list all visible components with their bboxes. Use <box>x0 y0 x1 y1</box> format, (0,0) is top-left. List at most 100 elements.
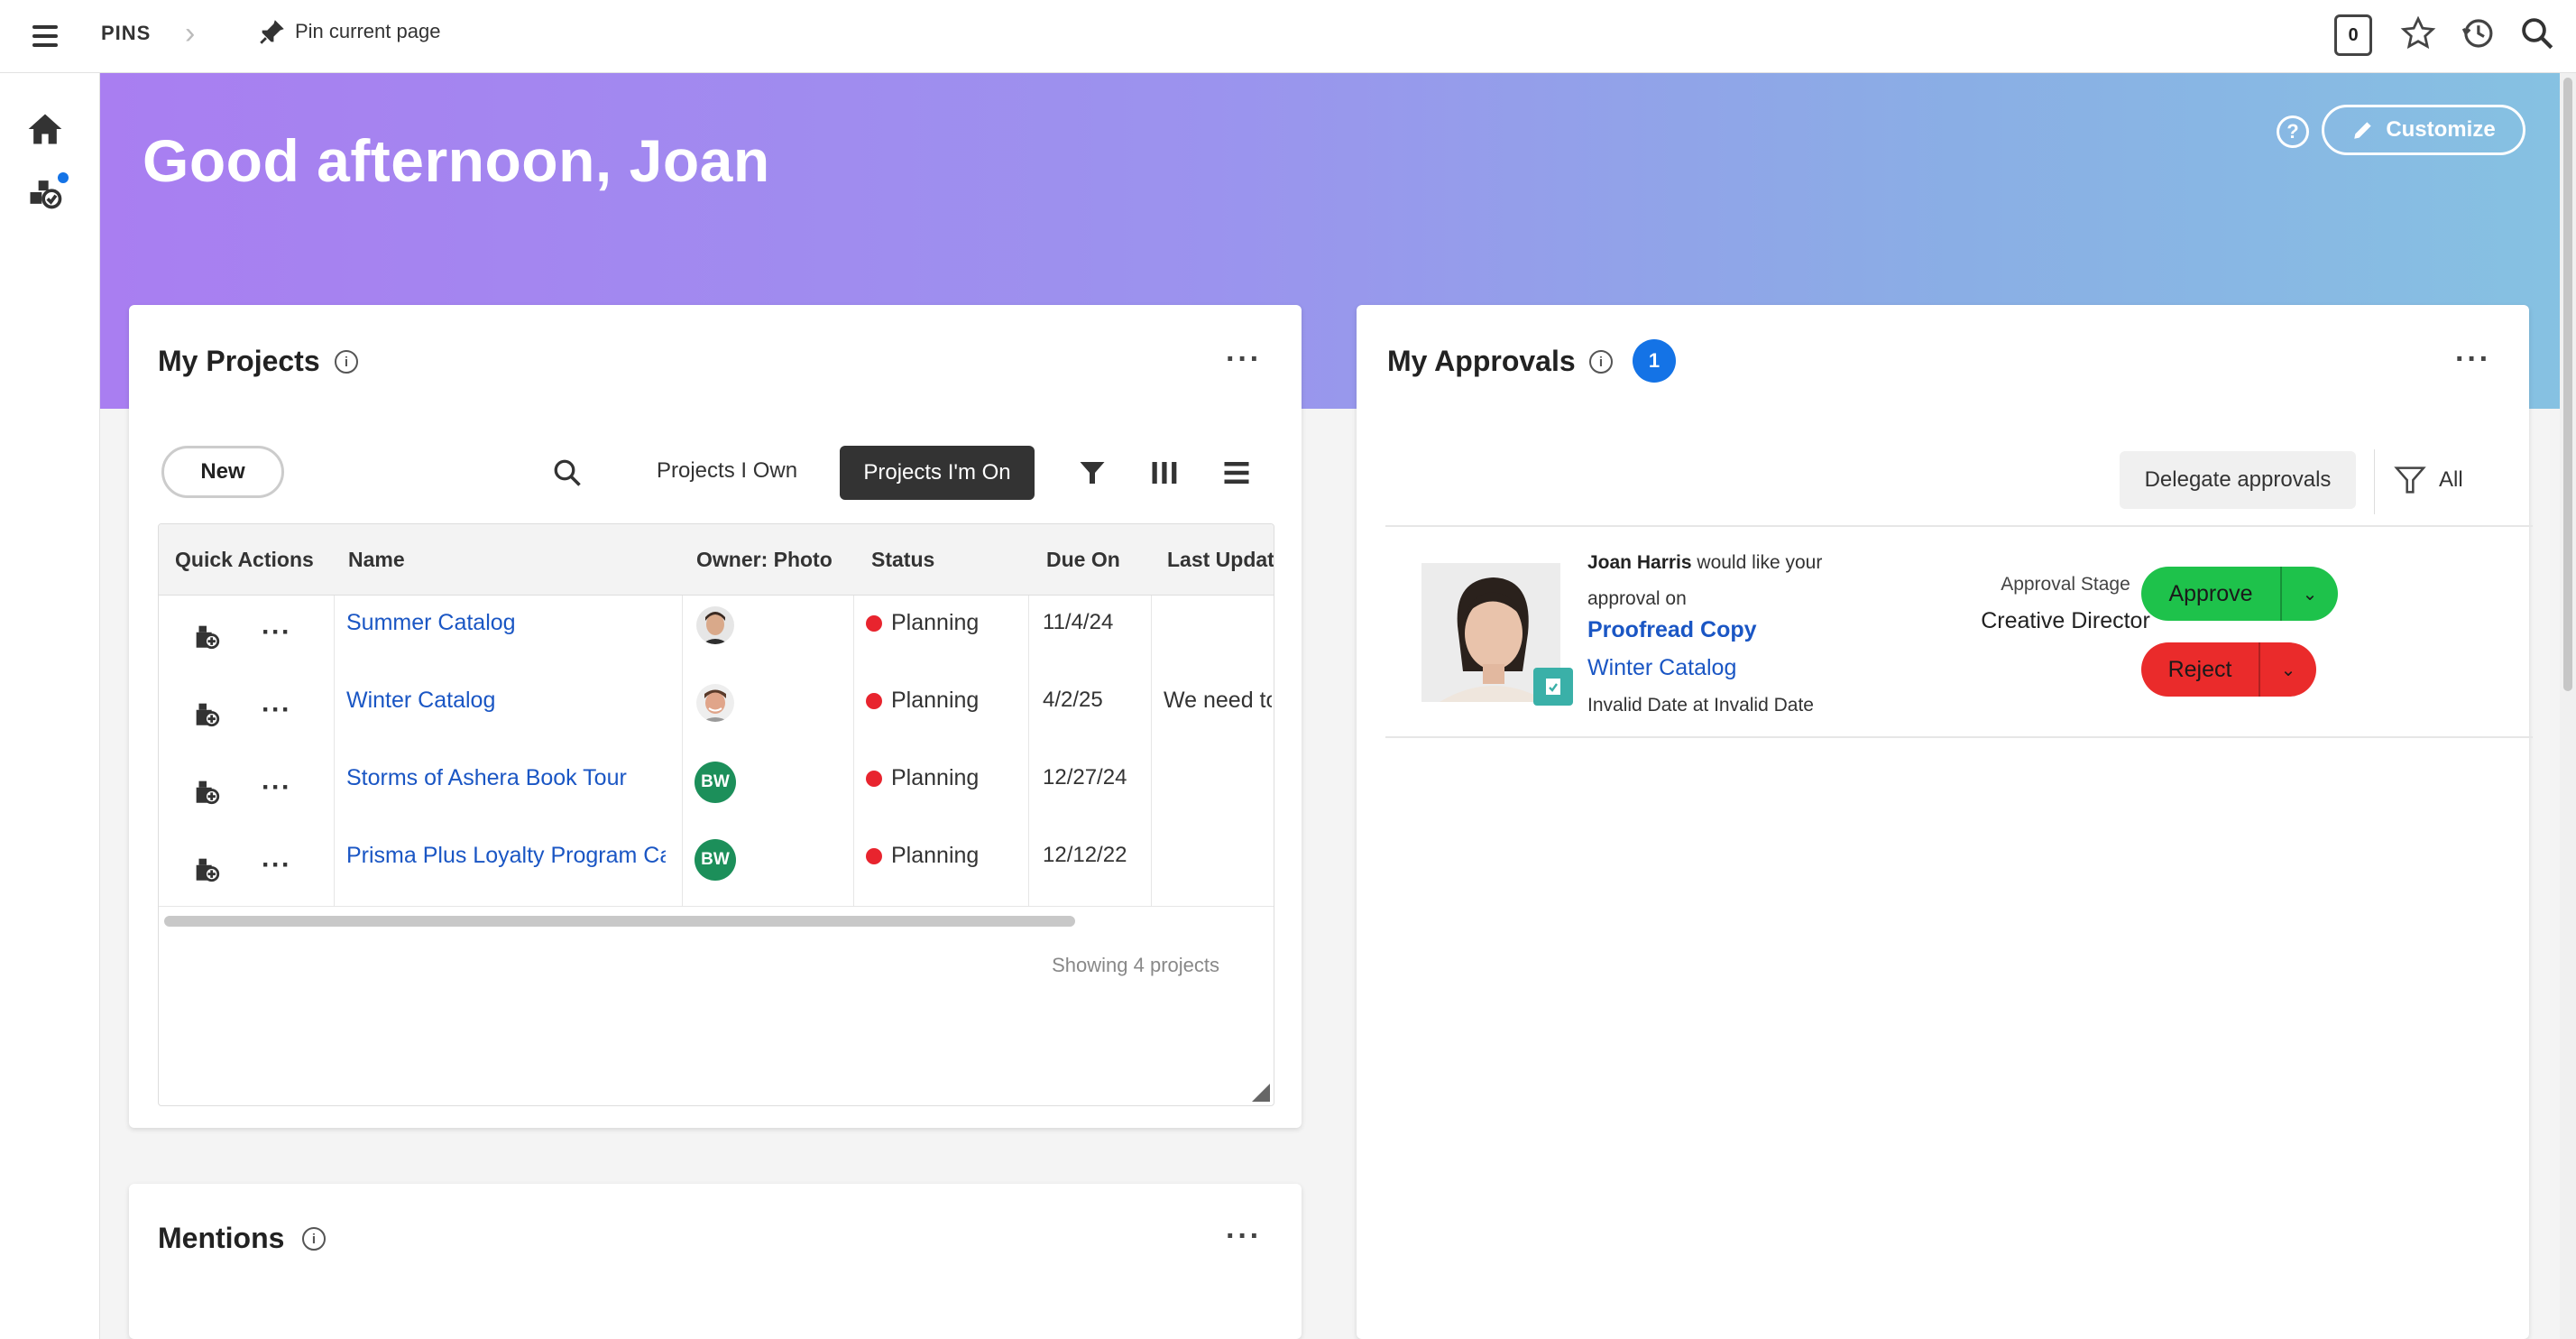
status-text: Planning <box>891 610 980 635</box>
reject-button[interactable]: Reject ⌄ <box>2141 642 2316 697</box>
column-header-name[interactable]: Name <box>348 548 405 572</box>
add-to-project-icon[interactable] <box>191 698 222 729</box>
column-header-status[interactable]: Status <box>871 548 934 572</box>
my-approvals-card: My Approvals i 1 ··· Delegate approvals … <box>1357 305 2533 1339</box>
add-to-project-icon[interactable] <box>191 776 222 807</box>
filter-label: All <box>2439 467 2463 492</box>
row-more-icon[interactable]: ··· <box>262 850 291 881</box>
pin-current-page-button[interactable]: Pin current page <box>257 16 440 47</box>
info-icon[interactable]: i <box>335 350 358 374</box>
status-dot <box>866 771 882 787</box>
divider <box>1385 736 2533 738</box>
info-icon[interactable]: i <box>302 1227 326 1251</box>
approval-stage-value: Creative Director <box>1981 608 2150 633</box>
table-row[interactable]: ··· Storms of Ashera Book Tour BW Planni… <box>159 751 1274 829</box>
approval-project-link[interactable]: Winter Catalog <box>1587 655 1736 681</box>
my-projects-card: My Projects i ··· New Projects I Own Pro… <box>129 305 1302 1128</box>
approvals-count-badge: 1 <box>1633 339 1676 383</box>
mentions-card: Mentions i ··· <box>129 1184 1302 1339</box>
row-more-icon[interactable]: ··· <box>262 695 291 725</box>
approval-request-text: Joan Harris would like your approval on <box>1587 545 1858 617</box>
pencil-icon <box>2354 122 2371 139</box>
due-date: 12/12/22 <box>1043 843 1127 867</box>
chevron-down-icon[interactable]: ⌄ <box>2280 567 2338 621</box>
home-icon[interactable] <box>25 109 65 149</box>
more-icon[interactable]: ··· <box>1226 344 1262 374</box>
divider <box>1385 525 2533 527</box>
card-title: My Approvals <box>1387 345 1576 377</box>
chevron-right-icon: › <box>185 16 196 51</box>
history-icon[interactable] <box>2459 14 2497 52</box>
tab-projects-i-own[interactable]: Projects I Own <box>657 458 797 484</box>
approvals-filter[interactable]: All <box>2392 462 2463 498</box>
table-row[interactable]: ··· Summer Catalog Planning 11/4/24 <box>159 596 1274 674</box>
last-update: We need to <box>1164 688 1272 713</box>
column-header-quick-actions[interactable]: Quick Actions <box>175 548 314 572</box>
help-icon[interactable]: ? <box>2277 115 2309 148</box>
row-more-icon[interactable]: ··· <box>262 617 291 648</box>
search-icon[interactable] <box>551 457 584 489</box>
due-date: 4/2/25 <box>1043 688 1103 712</box>
breadcrumb-pins[interactable]: PINS <box>101 22 151 45</box>
owner-avatar <box>696 606 734 644</box>
reject-label[interactable]: Reject <box>2141 642 2259 697</box>
page-scrollbar-thumb[interactable] <box>2563 78 2572 691</box>
pin-current-page-label: Pin current page <box>295 20 441 42</box>
filter-icon[interactable] <box>1076 457 1109 489</box>
resize-handle[interactable] <box>1252 1084 1270 1102</box>
table-row[interactable]: ··· Prisma Plus Loyalty Program Car BW P… <box>159 828 1274 907</box>
top-bar: PINS › Pin current page 0 <box>0 0 2576 73</box>
card-title: Mentions <box>158 1222 285 1254</box>
chevron-down-icon[interactable]: ⌄ <box>2259 642 2316 697</box>
row-more-icon[interactable]: ··· <box>262 772 291 803</box>
tab-projects-im-on[interactable]: Projects I'm On <box>840 446 1035 500</box>
checklist-icon <box>1533 668 1573 706</box>
pin-icon <box>260 20 284 44</box>
notification-dot <box>58 172 69 183</box>
card-title: My Projects <box>158 345 320 377</box>
search-icon[interactable] <box>2518 14 2556 52</box>
approval-stage-label: Approval Stage <box>2001 574 2130 595</box>
add-to-project-icon[interactable] <box>191 621 222 651</box>
owner-initials-avatar: BW <box>695 762 736 803</box>
approval-date: Invalid Date at Invalid Date <box>1587 695 1814 716</box>
left-rail <box>0 73 100 1339</box>
projects-grid: Quick Actions Name Owner: Photo Status D… <box>158 523 1274 1106</box>
info-icon[interactable]: i <box>1589 350 1613 374</box>
greeting-title: Good afternoon, Joan <box>143 127 770 194</box>
status-text: Planning <box>891 843 980 868</box>
customize-label: Customize <box>2386 117 2496 142</box>
column-header-owner[interactable]: Owner: Photo <box>696 548 833 572</box>
status-dot <box>866 615 882 632</box>
approve-button[interactable]: Approve ⌄ <box>2141 567 2338 621</box>
grid-horizontal-scrollbar[interactable] <box>164 916 1075 927</box>
columns-icon[interactable] <box>1148 457 1181 489</box>
column-header-last-update[interactable]: Last Updat <box>1167 548 1274 572</box>
grid-header: Quick Actions Name Owner: Photo Status D… <box>159 524 1274 596</box>
new-project-button[interactable]: New <box>161 446 284 498</box>
project-name-link[interactable]: Storms of Ashera Book Tour <box>346 765 666 791</box>
delegate-approvals-button[interactable]: Delegate approvals <box>2120 451 2356 509</box>
due-date: 12/27/24 <box>1043 765 1127 790</box>
customize-button[interactable]: Customize <box>2322 105 2525 155</box>
project-name-link[interactable]: Winter Catalog <box>346 688 666 714</box>
approve-label[interactable]: Approve <box>2141 567 2280 621</box>
divider <box>2374 449 2375 514</box>
filter-icon <box>2394 466 2426 494</box>
more-icon[interactable]: ··· <box>2455 344 2491 374</box>
add-to-project-icon[interactable] <box>191 854 222 884</box>
list-view-icon[interactable] <box>1220 457 1253 489</box>
requester-name: Joan Harris <box>1587 552 1692 573</box>
project-name-link[interactable]: Summer Catalog <box>346 610 666 636</box>
menu-icon[interactable] <box>32 20 58 52</box>
status-text: Planning <box>891 688 980 713</box>
approval-item-link[interactable]: Proofread Copy <box>1587 617 1757 643</box>
notification-counter[interactable]: 0 <box>2334 14 2372 56</box>
project-name-link[interactable]: Prisma Plus Loyalty Program Car <box>346 843 666 869</box>
column-header-due-on[interactable]: Due On <box>1046 548 1120 572</box>
more-icon[interactable]: ··· <box>1226 1221 1262 1251</box>
grid-footer-count: Showing 4 projects <box>1052 954 1219 976</box>
star-icon[interactable] <box>2399 14 2437 52</box>
due-date: 11/4/24 <box>1043 610 1114 634</box>
table-row[interactable]: ··· Winter Catalog Planning 4/2/25 We ne… <box>159 673 1274 752</box>
